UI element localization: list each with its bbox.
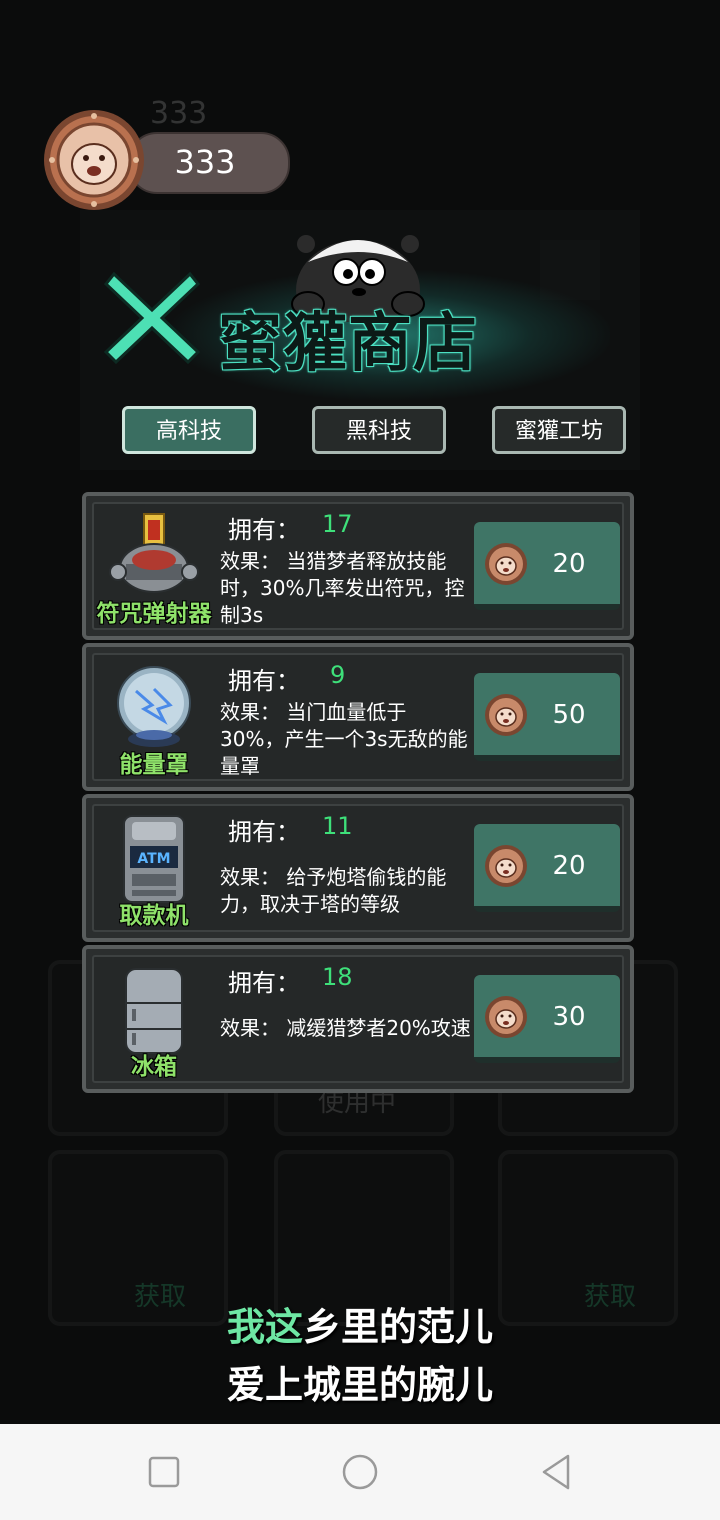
refrigerator-icon	[125, 968, 183, 1054]
owned-label: 拥有：	[228, 667, 300, 695]
tab-badger-workshop[interactable]: 蜜獾工坊	[492, 406, 626, 454]
item-price: 30	[552, 1002, 586, 1032]
subtitle-line-2: 爱上城里的腕儿	[226, 1363, 493, 1407]
item-effect: 效果： 当门血量低于30%，产生一个3s无敌的能量罩	[220, 700, 468, 778]
shop-title: 蜜獾商店	[218, 307, 478, 381]
item-effect: 效果： 当猎梦者释放技能时，30%几率发出符咒，控制3s	[220, 549, 465, 627]
owned-label: 拥有：	[228, 969, 300, 997]
recent-apps-icon[interactable]	[144, 1452, 184, 1492]
buy-button[interactable]: 20	[474, 522, 620, 610]
tab-black-tech[interactable]: 黑科技	[312, 406, 446, 454]
shop-item-energy-shield: 能量罩 拥有： 9 效果： 当门血量低于30%，产生一个3s无敌的能量罩 50	[82, 643, 634, 791]
owned-count: 17	[322, 510, 353, 538]
buy-button[interactable]: 50	[474, 673, 620, 761]
item-name: 能量罩	[119, 752, 189, 778]
close-icon[interactable]	[100, 266, 204, 370]
atm-machine-icon: ATM	[123, 815, 185, 903]
energy-shield-orb-icon	[117, 666, 191, 747]
shop-item-talisman-launcher: 符咒弹射器 拥有： 17 效果： 当猎梦者释放技能时，30%几率发出符咒，控制3…	[82, 492, 634, 640]
coin-count: 333	[174, 143, 236, 181]
item-price: 20	[552, 549, 586, 579]
owned-count: 9	[330, 661, 346, 689]
subtitle-rest: 乡里的范儿	[303, 1305, 494, 1349]
back-icon[interactable]	[536, 1452, 576, 1492]
owned-label: 拥有：	[228, 818, 300, 846]
coin-icon	[485, 543, 527, 585]
coin-icon	[485, 694, 527, 736]
item-effect: 效果： 减缓猎梦者20%攻速	[220, 1016, 471, 1040]
item-name: 冰箱	[131, 1054, 177, 1080]
talisman-launcher-icon	[109, 513, 199, 593]
owned-label: 拥有：	[228, 516, 300, 544]
subtitle-line-1: 我这乡里的范儿	[0, 1296, 720, 1351]
coin-icon	[485, 845, 527, 887]
subtitle-highlight: 我这	[226, 1305, 303, 1349]
coin-icon	[485, 996, 527, 1038]
system-nav-bar	[0, 1424, 720, 1520]
ghost-coin-count: 333	[150, 96, 208, 131]
home-icon[interactable]	[340, 1452, 380, 1492]
shop-item-atm: ATM 取款机 拥有： 11 效果： 给予炮塔偷钱的能力，取决于塔的等级 20	[82, 794, 634, 942]
item-effect: 效果： 给予炮塔偷钱的能力，取决于塔的等级	[220, 865, 447, 916]
buy-button[interactable]: 20	[474, 824, 620, 912]
item-name: 取款机	[119, 903, 189, 929]
item-price: 50	[552, 700, 586, 730]
item-price: 20	[552, 851, 586, 881]
svg-text:ATM: ATM	[137, 851, 170, 867]
honey-badger-coin-icon	[44, 110, 144, 210]
owned-count: 18	[322, 963, 353, 991]
shop-item-refrigerator: 冰箱 拥有： 18 效果： 减缓猎梦者20%攻速 30	[82, 945, 634, 1093]
buy-button[interactable]: 30	[474, 975, 620, 1063]
tab-high-tech[interactable]: 高科技	[122, 406, 256, 454]
owned-count: 11	[322, 812, 353, 840]
item-name: 符咒弹射器	[96, 601, 212, 627]
